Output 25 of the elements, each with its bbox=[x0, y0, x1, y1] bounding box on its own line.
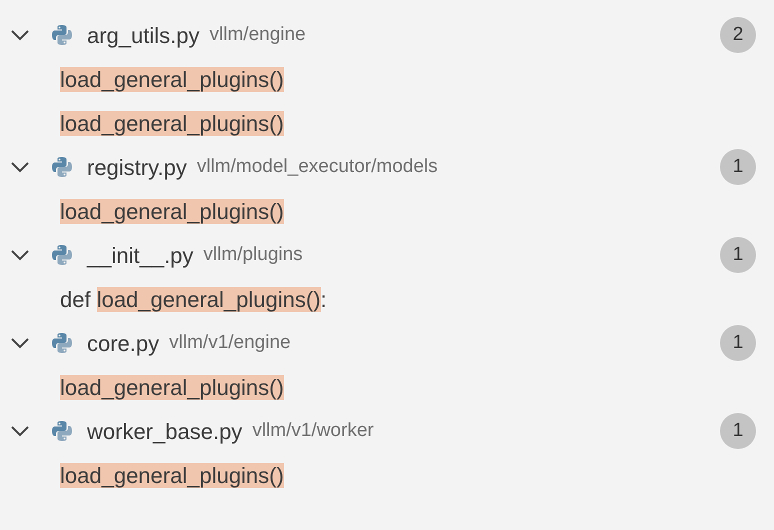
match-count-badge: 1 bbox=[720, 149, 756, 185]
file-name: registry.py bbox=[87, 154, 187, 182]
python-icon bbox=[51, 420, 73, 442]
match-count-badge: 1 bbox=[720, 325, 756, 361]
file-row[interactable]: registry.py vllm/model_executor/models 1 bbox=[0, 145, 774, 189]
python-icon bbox=[51, 156, 73, 178]
match-count-badge: 1 bbox=[720, 413, 756, 449]
file-row[interactable]: core.py vllm/v1/engine 1 bbox=[0, 321, 774, 365]
file-path: vllm/v1/engine bbox=[169, 330, 291, 355]
match-count-badge: 2 bbox=[720, 17, 756, 53]
file-path: vllm/v1/worker bbox=[252, 418, 374, 443]
file-name: core.py bbox=[87, 330, 160, 358]
file-row[interactable]: __init__.py vllm/plugins 1 bbox=[0, 233, 774, 277]
file-name: __init__.py bbox=[87, 242, 194, 270]
file-path: vllm/engine bbox=[210, 22, 306, 47]
match-count-badge: 1 bbox=[720, 237, 756, 273]
python-icon bbox=[51, 24, 73, 46]
file-name: arg_utils.py bbox=[87, 22, 200, 50]
file-path: vllm/model_executor/models bbox=[196, 154, 438, 179]
file-name: worker_base.py bbox=[87, 418, 242, 446]
file-path: vllm/plugins bbox=[203, 242, 303, 267]
python-icon bbox=[51, 332, 73, 354]
file-row[interactable]: worker_base.py vllm/v1/worker 1 bbox=[0, 409, 774, 453]
file-row[interactable]: arg_utils.py vllm/engine 2 bbox=[0, 13, 774, 57]
python-icon bbox=[51, 244, 73, 266]
